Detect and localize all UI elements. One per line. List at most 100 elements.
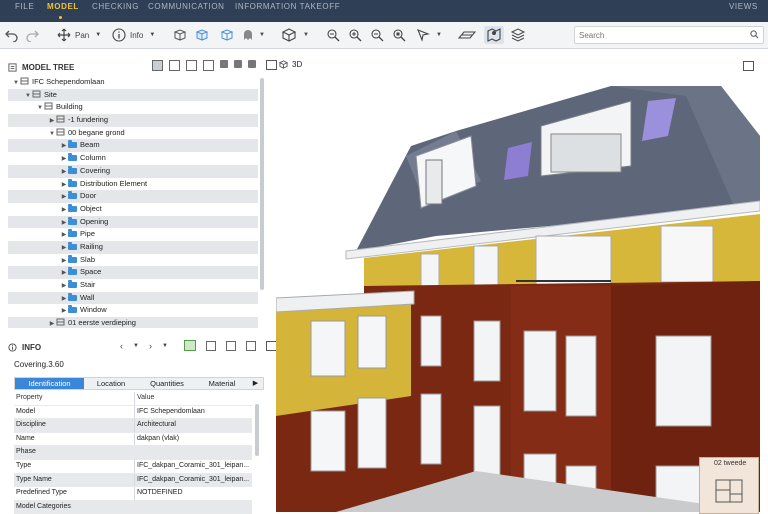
property-row[interactable]: Model IFC Schependomlaan <box>14 405 252 420</box>
property-row[interactable]: Model Categories <box>14 500 252 514</box>
property-row[interactable]: Name dakpan (vlak) <box>14 432 252 447</box>
menu-information-takeoff[interactable]: INFORMATION TAKEOFF <box>235 2 340 11</box>
hide-objects-icon[interactable] <box>194 26 210 44</box>
tabs-scroll-right-icon[interactable]: ▶ <box>248 378 263 389</box>
active-menu-indicator <box>59 16 62 19</box>
hide-icon[interactable] <box>220 60 228 68</box>
redo-icon[interactable] <box>25 26 39 44</box>
folder-icon <box>68 229 77 238</box>
property-row[interactable]: Phase <box>14 446 252 460</box>
tree-item[interactable]: ▶ Column <box>8 152 258 165</box>
property-row[interactable]: Type Name IFC_dakpan_Coramic_301_leipan..… <box>14 473 252 488</box>
tree-type-icon[interactable] <box>169 60 180 71</box>
cube-icon <box>279 60 288 69</box>
highlight-icon[interactable] <box>183 340 196 351</box>
tree-item[interactable]: ▶ Opening <box>8 215 258 229</box>
tree-item-label: Wall <box>80 292 95 302</box>
tree-item[interactable]: ▼ Site <box>8 88 258 102</box>
tree-item[interactable]: ▶ Covering <box>8 164 258 178</box>
tree-item[interactable]: ▶ Railing <box>8 240 258 254</box>
chevron-down-icon[interactable]: ▼ <box>303 26 309 44</box>
zoom-out-icon[interactable] <box>370 26 384 44</box>
tree-item[interactable]: ▶ Space <box>8 266 258 279</box>
search-icon[interactable] <box>750 30 759 41</box>
search-box[interactable] <box>574 26 764 44</box>
tree-item-label: -1 fundering <box>68 115 109 125</box>
properties-scrollbar[interactable] <box>255 404 259 456</box>
tree-item[interactable]: ▶ 01 eerste verdieping <box>8 317 258 328</box>
zoom-fit-icon[interactable] <box>326 26 340 44</box>
tree-item[interactable]: ▶ Window <box>8 304 258 317</box>
tree-item[interactable]: ▼ IFC Schependomlaan <box>8 76 258 89</box>
folder-icon <box>68 203 77 212</box>
zoom-selection-icon[interactable] <box>392 26 406 44</box>
tree-item[interactable]: ▼ Building <box>8 101 258 114</box>
pan-button[interactable]: Pan ▼ <box>57 26 101 44</box>
folder-icon <box>68 216 77 225</box>
select-cursor-icon[interactable] <box>416 26 430 44</box>
isolate-objects-icon[interactable] <box>172 26 188 44</box>
next-icon[interactable]: › <box>149 341 152 351</box>
map-view-icon[interactable] <box>484 26 504 44</box>
maximize-icon[interactable] <box>266 60 277 70</box>
site-icon <box>32 90 41 98</box>
menu-model[interactable]: MODEL <box>47 2 79 11</box>
previous-icon[interactable]: ‹ <box>120 341 123 351</box>
maximize-icon[interactable] <box>743 61 754 71</box>
tab-location[interactable]: Location <box>84 378 138 389</box>
section-plane-icon[interactable] <box>458 26 476 44</box>
tree-view-icon[interactable] <box>152 60 163 71</box>
box-view-icon[interactable] <box>281 26 297 44</box>
tab-material[interactable]: Material <box>196 378 248 389</box>
pan-icon <box>57 28 71 42</box>
tree-item[interactable]: ▶ Slab <box>8 254 258 267</box>
tab-identification[interactable]: Identification <box>15 378 84 389</box>
property-row[interactable]: Type IFC_dakpan_Coramic_301_leipan... <box>14 459 252 474</box>
chevron-down-icon[interactable]: ▼ <box>162 343 168 349</box>
folder-icon <box>68 191 77 200</box>
tree-filter-icon[interactable] <box>203 60 214 71</box>
ghost-mode-icon[interactable] <box>241 26 255 44</box>
3d-viewport[interactable] <box>276 76 760 512</box>
tree-item[interactable]: ▶ -1 fundering <box>8 114 258 127</box>
tree-item[interactable]: ▶ Wall <box>8 291 258 305</box>
show-icon[interactable] <box>248 60 256 68</box>
menu-file[interactable]: FILE <box>15 2 34 11</box>
isolate-icon[interactable] <box>234 60 242 68</box>
isolate-icon[interactable] <box>225 340 236 351</box>
property-row[interactable]: Discipline Architectural <box>14 419 252 433</box>
tree-group-icon[interactable] <box>186 60 197 71</box>
zoom-in-icon[interactable] <box>348 26 362 44</box>
show-all-icon[interactable] <box>220 26 234 44</box>
undo-icon[interactable] <box>5 26 19 44</box>
tree-item[interactable]: ▶ Pipe <box>8 228 258 241</box>
tree-item[interactable]: ▼ 00 begane grond <box>8 127 258 140</box>
property-row[interactable]: Predefined Type NOTDEFINED <box>14 487 252 501</box>
tree-item[interactable]: ▶ Door <box>8 190 258 203</box>
tree-item[interactable]: ▶ Distribution Element <box>8 178 258 191</box>
menu-communication[interactable]: COMMUNICATION <box>148 2 225 11</box>
chevron-down-icon[interactable]: ▼ <box>133 343 139 349</box>
search-input[interactable] <box>577 28 746 42</box>
property-name: Phase <box>16 448 36 456</box>
hide-icon[interactable] <box>205 340 216 351</box>
tree-item[interactable]: ▶ Stair <box>8 279 258 292</box>
collapsed-arrow-icon[interactable]: ▶ <box>48 318 56 328</box>
chevron-down-icon[interactable]: ▼ <box>259 26 265 44</box>
menu-views[interactable]: VIEWS <box>729 2 758 11</box>
tree-item-label: Covering <box>80 165 111 175</box>
chevron-down-icon[interactable]: ▼ <box>436 26 442 44</box>
tree-scrollbar[interactable] <box>260 78 264 290</box>
chevron-down-icon[interactable]: ▼ <box>149 32 155 38</box>
tree-item[interactable]: ▶ Beam <box>8 139 258 153</box>
layers-icon[interactable] <box>510 26 526 44</box>
tree-item[interactable]: ▶ Object <box>8 203 258 216</box>
show-icon[interactable] <box>245 340 256 351</box>
tab-quantities[interactable]: Quantities <box>138 378 196 389</box>
menu-checking[interactable]: CHECKING <box>92 2 139 11</box>
navigation-cube[interactable]: 02 tweede <box>699 457 759 514</box>
tree-item-label: Opening <box>80 216 109 226</box>
info-button[interactable]: Info ▼ <box>112 26 155 44</box>
chevron-down-icon[interactable]: ▼ <box>95 32 101 38</box>
tree-item-label: Site <box>44 89 57 99</box>
